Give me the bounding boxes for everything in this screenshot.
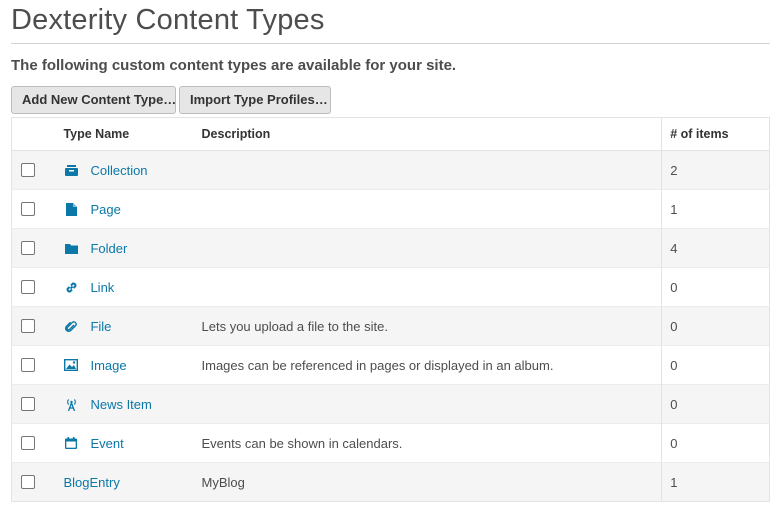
type-name-cell: BlogEntry (63, 462, 202, 502)
row-select-checkbox[interactable] (21, 436, 35, 450)
paperclip-icon (63, 319, 79, 333)
table-row: Image Images can be referenced in pages o… (11, 345, 770, 385)
select-cell (11, 423, 64, 463)
item-count-cell: 0 (661, 267, 770, 307)
type-name-label: News Item (90, 396, 152, 412)
type-name-cell: Link (63, 267, 202, 307)
select-cell (11, 228, 64, 268)
item-count-cell: 0 (661, 423, 770, 463)
select-cell (11, 150, 64, 190)
select-cell (11, 306, 64, 346)
type-name-link[interactable]: Event (63, 436, 201, 451)
type-name-label: Collection (90, 162, 148, 178)
row-select-checkbox[interactable] (21, 475, 35, 489)
link-icon (63, 280, 79, 294)
type-name-cell: News Item (63, 384, 202, 424)
type-name-label: Image (90, 357, 127, 373)
type-name-label: File (90, 318, 112, 334)
description-cell (201, 189, 662, 229)
description-cell (201, 267, 662, 307)
type-name-label: Link (90, 279, 115, 295)
table-row: Link 0 (11, 267, 770, 307)
table-row: Page 1 (11, 189, 770, 229)
type-name-link[interactable]: Folder (63, 241, 201, 256)
content-types-table: Type Name Description # of items Collect… (11, 117, 770, 502)
folder-icon (63, 241, 79, 255)
select-cell (11, 384, 64, 424)
item-count-cell: 2 (661, 150, 770, 190)
item-count-cell: 4 (661, 228, 770, 268)
calendar-icon (63, 436, 79, 450)
type-name-cell: Image (63, 345, 202, 385)
row-select-checkbox[interactable] (21, 241, 35, 255)
item-count-cell: 0 (661, 306, 770, 346)
description-cell (201, 384, 662, 424)
select-cell (11, 189, 64, 229)
description-cell: MyBlog (201, 462, 662, 502)
image-icon (63, 358, 79, 372)
type-name-link[interactable]: Page (63, 202, 201, 217)
type-name-link[interactable]: Image (63, 358, 201, 373)
type-name-header: Type Name (63, 117, 202, 151)
type-name-label: Event (90, 435, 124, 451)
title-divider (11, 43, 770, 44)
page-icon (63, 202, 79, 216)
page-subtitle: The following custom content types are a… (11, 57, 457, 74)
description-cell (201, 150, 662, 190)
description-cell (201, 228, 662, 268)
item-count-cell: 0 (661, 384, 770, 424)
type-name-label: Page (90, 201, 121, 217)
description-cell: Images can be referenced in pages or dis… (201, 345, 662, 385)
row-select-checkbox[interactable] (21, 163, 35, 177)
item-count-cell: 0 (661, 345, 770, 385)
table-row: News Item 0 (11, 384, 770, 424)
type-name-link[interactable]: BlogEntry (63, 475, 201, 490)
table-row: Folder 4 (11, 228, 770, 268)
type-name-link[interactable]: News Item (63, 397, 201, 412)
type-name-cell: Event (63, 423, 202, 463)
table-row: BlogEntry MyBlog 1 (11, 462, 770, 502)
table-row: Event Events can be shown in calendars. 0 (11, 423, 770, 463)
page-title: Dexterity Content Types (11, 4, 325, 36)
item-count-cell: 1 (661, 189, 770, 229)
type-name-label: BlogEntry (63, 474, 120, 490)
type-name-link[interactable]: File (63, 319, 201, 334)
type-name-cell: Folder (63, 228, 202, 268)
type-name-label: Folder (90, 240, 128, 256)
item-count-cell: 1 (661, 462, 770, 502)
select-cell (11, 345, 64, 385)
row-select-checkbox[interactable] (21, 397, 35, 411)
row-select-checkbox[interactable] (21, 280, 35, 294)
import-type-profiles-button[interactable]: Import Type Profiles… (179, 86, 331, 114)
description-cell: Events can be shown in calendars. (201, 423, 662, 463)
type-name-link[interactable]: Link (63, 280, 201, 295)
select-cell (11, 462, 64, 502)
select-cell (11, 267, 64, 307)
row-select-checkbox[interactable] (21, 319, 35, 333)
table-row: File Lets you upload a file to the site. 0 (11, 306, 770, 346)
row-select-checkbox[interactable] (21, 202, 35, 216)
select-column-header (11, 117, 64, 151)
type-name-cell: File (63, 306, 202, 346)
type-name-cell: Collection (63, 150, 202, 190)
item-count-header: # of items (661, 117, 770, 151)
table-row: Collection 2 (11, 150, 770, 190)
broadcast-icon (63, 397, 79, 411)
content-types-page: Dexterity Content Types The following cu… (0, 0, 772, 512)
add-content-type-button[interactable]: Add New Content Type… (11, 86, 176, 114)
type-name-cell: Page (63, 189, 202, 229)
type-name-link[interactable]: Collection (63, 163, 201, 178)
row-select-checkbox[interactable] (21, 358, 35, 372)
collection-icon (63, 163, 79, 177)
description-header: Description (201, 117, 662, 151)
table-header-row: Type Name Description # of items (11, 117, 770, 151)
description-cell: Lets you upload a file to the site. (201, 306, 662, 346)
